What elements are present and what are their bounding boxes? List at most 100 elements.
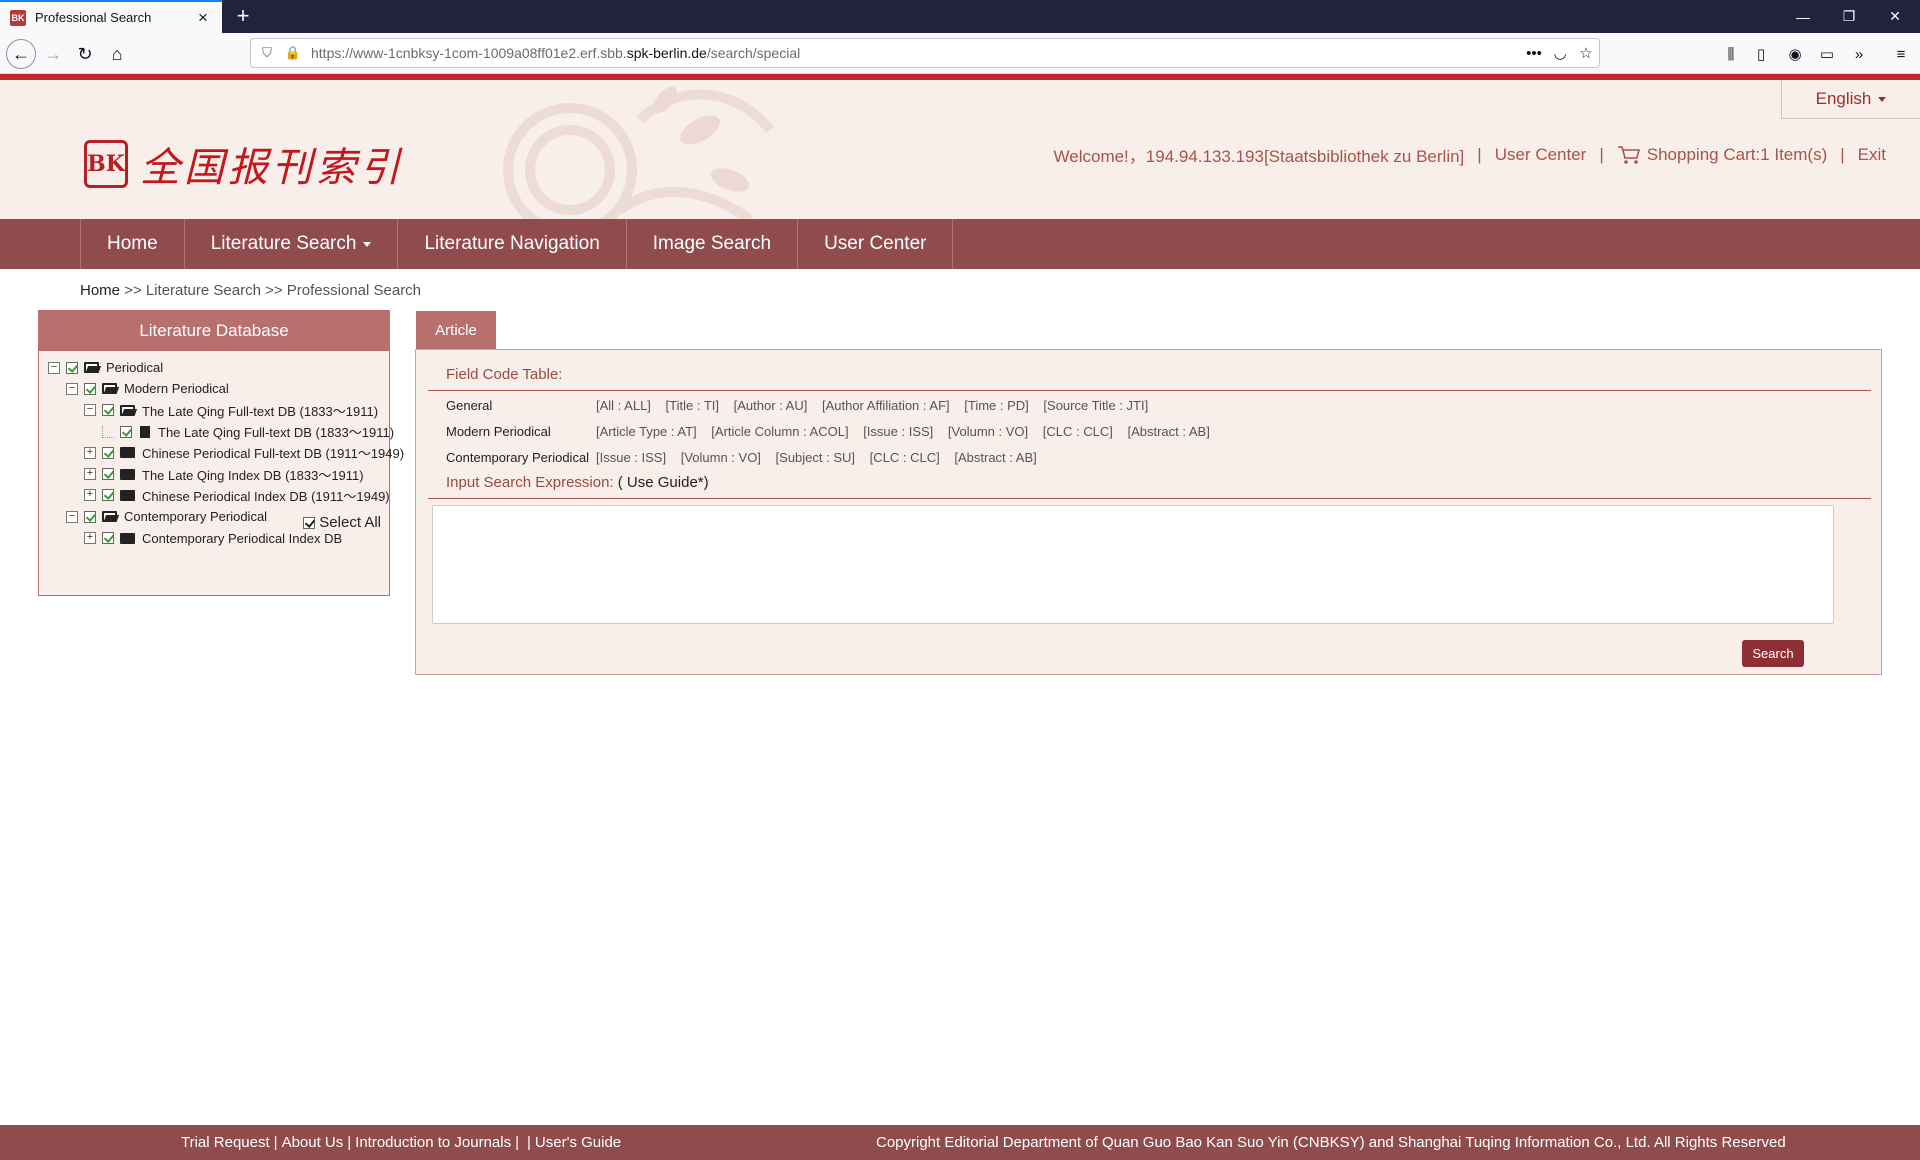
field-code[interactable]: [Volumn : VO] xyxy=(948,424,1028,439)
checkbox-checked[interactable] xyxy=(84,510,96,523)
literature-database-panel: Literature Database − Periodical − Moder… xyxy=(38,310,404,596)
tree-node-late-qing-fulltext-db[interactable]: The Late Qing Full-text DB (1833～1911) xyxy=(39,421,394,442)
new-tab-button[interactable]: + xyxy=(230,4,256,30)
folder-icon xyxy=(120,447,135,459)
tab-article[interactable]: Article xyxy=(416,311,496,349)
checkbox-checked[interactable] xyxy=(102,404,114,417)
language-dropdown[interactable]: English xyxy=(1781,80,1920,119)
checkbox-checked[interactable] xyxy=(102,446,114,459)
reload-icon[interactable]: ↻ xyxy=(70,39,100,69)
checkbox-checked[interactable] xyxy=(303,516,316,529)
tree-node-modern-periodical[interactable]: − Modern Periodical xyxy=(39,378,389,399)
site-logo[interactable]: BK 全国报刊索引 xyxy=(84,138,404,191)
lock-icon[interactable]: 🔒 xyxy=(283,45,303,61)
account-icon[interactable]: ◉ xyxy=(1780,39,1810,69)
field-code[interactable]: [Abstract : AB] xyxy=(1127,424,1209,439)
library-icon[interactable]: ⫼ xyxy=(1716,39,1746,69)
field-code[interactable]: [Time : PD] xyxy=(964,398,1029,413)
language-label: English xyxy=(1815,89,1872,108)
menu-icon[interactable]: ≡ xyxy=(1886,39,1916,69)
minimize-button[interactable]: — xyxy=(1780,0,1826,33)
field-code[interactable]: [CLC : CLC] xyxy=(1043,424,1113,439)
field-code[interactable]: [Issue : ISS] xyxy=(596,450,666,465)
tree-node-periodical[interactable]: − Periodical xyxy=(39,357,389,378)
restore-button[interactable]: ❐ xyxy=(1826,0,1872,33)
pocket-icon[interactable]: ◡ xyxy=(1547,44,1573,62)
user-bar: Welcome!，194.94.133.193[Staatsbibliothek… xyxy=(1054,142,1886,167)
breadcrumb-home-link[interactable]: Home xyxy=(80,282,120,299)
url-bar[interactable]: ⛉ 🔒 https://www-1cnbksy-1com-1009a08ff01… xyxy=(250,38,1600,68)
checkbox-checked[interactable] xyxy=(102,468,114,481)
field-code[interactable]: [Subject : SU] xyxy=(776,450,855,465)
shopping-cart-icon[interactable] xyxy=(1617,145,1641,165)
select-all-checkbox[interactable]: Select All xyxy=(303,514,381,531)
menu-item-image-search[interactable]: Image Search xyxy=(627,219,799,269)
sidebar-icon[interactable]: ▯ xyxy=(1746,39,1776,69)
footer-link-trial-request[interactable]: Trial Request xyxy=(181,1134,270,1151)
checkbox-checked[interactable] xyxy=(102,532,114,545)
collapse-toggle-icon[interactable]: − xyxy=(66,510,78,523)
separator: | xyxy=(347,1134,352,1151)
expand-toggle-icon[interactable]: + xyxy=(84,532,96,545)
checkbox-checked[interactable] xyxy=(102,489,114,502)
menu-item-home[interactable]: Home xyxy=(81,219,185,269)
reader-icon[interactable]: ▭ xyxy=(1812,39,1842,69)
expand-toggle-icon[interactable]: + xyxy=(84,468,96,481)
home-icon[interactable]: ⌂ xyxy=(102,39,132,69)
checkbox-checked[interactable] xyxy=(66,361,78,374)
tree-node-late-qing-fulltext[interactable]: − The Late Qing Full-text DB (1833～1911) xyxy=(39,400,389,421)
field-code[interactable]: [Author : AU] xyxy=(734,398,808,413)
folder-open-icon xyxy=(120,404,135,416)
tree-node-late-qing-index[interactable]: + The Late Qing Index DB (1833～1911) xyxy=(39,463,389,484)
footer-link-users-guide[interactable]: User's Guide xyxy=(535,1134,621,1151)
field-code[interactable]: [Issue : ISS] xyxy=(863,424,933,439)
logo-seal: BK xyxy=(84,140,128,188)
expand-toggle-icon[interactable]: + xyxy=(84,446,96,459)
field-code[interactable]: [Volumn : VO] xyxy=(681,450,761,465)
overflow-icon[interactable]: » xyxy=(1844,39,1874,69)
field-code[interactable]: [Article Type : AT] xyxy=(596,424,697,439)
shopping-cart-link[interactable]: Shopping Cart:1 Item(s) xyxy=(1647,145,1827,165)
welcome-text: Welcome!，194.94.133.193[Staatsbibliothek… xyxy=(1053,147,1465,166)
footer-link-introduction[interactable]: Introduction to Journals xyxy=(355,1134,511,1151)
tree-label: The Late Qing Full-text DB (1833～1911) xyxy=(158,425,395,441)
user-center-link[interactable]: User Center xyxy=(1495,145,1587,165)
folder-open-icon xyxy=(102,511,117,523)
browser-tab[interactable]: BK Professional Search × xyxy=(0,0,222,33)
use-guide-link[interactable]: ( Use Guide*) xyxy=(614,474,709,491)
field-code[interactable]: [Source Title : JTI] xyxy=(1043,398,1148,413)
bookmark-star-icon[interactable]: ☆ xyxy=(1573,44,1599,62)
footer-link-about-us[interactable]: About Us xyxy=(282,1134,344,1151)
tree-node-chinese-periodical-index[interactable]: + Chinese Periodical Index DB (1911～1949… xyxy=(39,485,390,506)
forward-icon[interactable]: → xyxy=(38,39,68,69)
collapse-toggle-icon[interactable]: − xyxy=(48,361,60,374)
site-footer: Trial Request | About Us | Introduction to… xyxy=(0,1125,1920,1160)
search-expression-input[interactable] xyxy=(432,505,1834,624)
field-code[interactable]: [Author Affiliation : AF] xyxy=(822,398,950,413)
separator: | xyxy=(515,1134,520,1151)
tree-node-chinese-periodical-fulltext[interactable]: + Chinese Periodical Full-text DB (1911～… xyxy=(39,442,404,463)
menu-item-literature-search[interactable]: Literature Search xyxy=(185,219,399,269)
checkbox-checked[interactable] xyxy=(120,425,132,438)
back-icon[interactable]: ← xyxy=(6,39,36,69)
exit-link[interactable]: Exit xyxy=(1858,145,1886,165)
field-code[interactable]: [All : ALL] xyxy=(596,398,651,413)
url-text[interactable]: https://www-1cnbksy-1com-1009a08ff01e2.e… xyxy=(311,45,1521,61)
page-actions-icon[interactable]: ••• xyxy=(1521,45,1547,62)
field-code[interactable]: [Abstract : AB] xyxy=(954,450,1036,465)
menu-item-user-center[interactable]: User Center xyxy=(798,219,954,269)
field-code[interactable]: [Article Column : ACOL] xyxy=(711,424,848,439)
tab-close-icon[interactable]: × xyxy=(194,8,212,27)
expand-toggle-icon[interactable]: + xyxy=(84,489,96,502)
checkbox-checked[interactable] xyxy=(84,382,96,395)
search-button[interactable]: Search xyxy=(1742,640,1804,667)
collapse-toggle-icon[interactable]: − xyxy=(66,382,78,395)
shield-icon[interactable]: ⛉ xyxy=(257,45,277,61)
close-window-button[interactable]: ✕ xyxy=(1872,0,1918,33)
menu-item-literature-navigation[interactable]: Literature Navigation xyxy=(398,219,627,269)
field-code-title: Field Code Table: xyxy=(446,366,563,383)
field-code[interactable]: [CLC : CLC] xyxy=(870,450,940,465)
browser-nav-bar: ← → ↻ ⌂ ⛉ 🔒 https://www-1cnbksy-1com-100… xyxy=(0,33,1920,74)
collapse-toggle-icon[interactable]: − xyxy=(84,404,96,417)
field-code[interactable]: [Title : TI] xyxy=(666,398,719,413)
